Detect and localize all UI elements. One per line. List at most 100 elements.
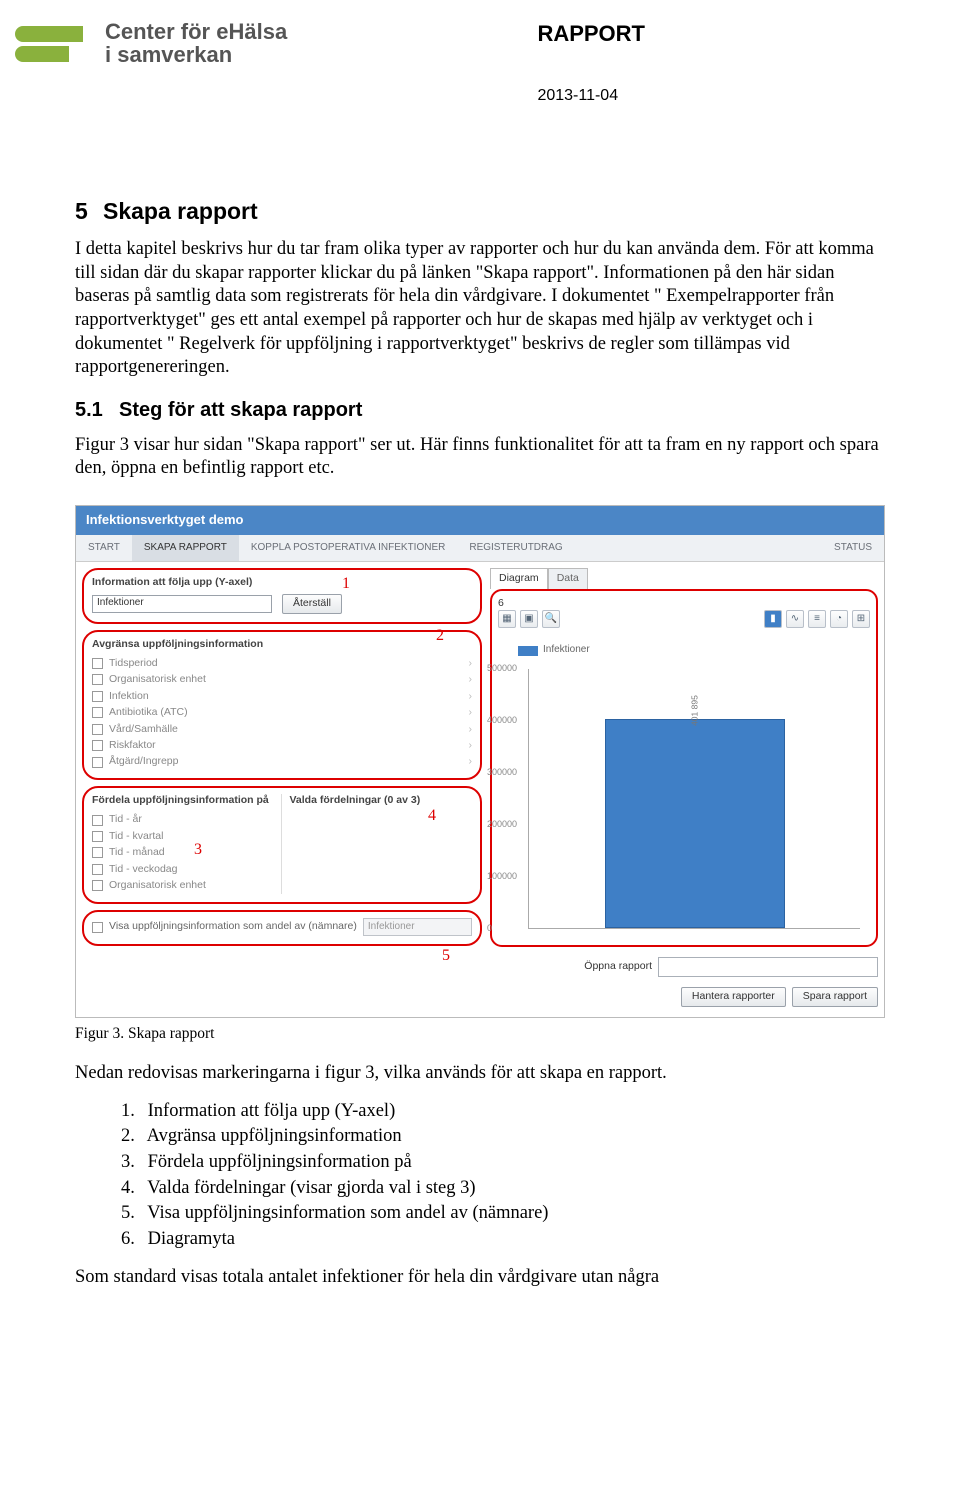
chevron-right-icon: › bbox=[469, 657, 473, 670]
distribute-label: Tid - månad bbox=[109, 846, 165, 859]
filter-label: Infektion bbox=[109, 690, 149, 703]
filter-row[interactable]: Tidsperiod› bbox=[92, 655, 472, 671]
manage-reports-button[interactable]: Hantera rapporter bbox=[681, 987, 786, 1007]
org-line1: Center för eHälsa bbox=[105, 20, 287, 43]
numbered-list: 1. Information att följa upp (Y-axel)2. … bbox=[121, 1100, 885, 1252]
chart-stack-icon[interactable]: ≡ bbox=[808, 610, 826, 628]
org-name: Center för eHälsa i samverkan bbox=[105, 20, 287, 66]
distribute-label: Tid - kvartal bbox=[109, 830, 163, 843]
distribute-label: Organisatorisk enhet bbox=[109, 879, 206, 892]
chevron-right-icon: › bbox=[469, 755, 473, 768]
filter-row[interactable]: Infektion › bbox=[92, 688, 472, 704]
subsection-heading: 5.1Steg för att skapa rapport bbox=[75, 398, 885, 424]
tab-data[interactable]: Data bbox=[548, 568, 588, 588]
checkbox-icon[interactable] bbox=[92, 691, 103, 702]
open-report-input[interactable] bbox=[658, 957, 878, 977]
checkbox-icon[interactable] bbox=[92, 880, 103, 891]
section-title: Skapa rapport bbox=[103, 198, 258, 224]
chart: 0100000200000300000400000500000401 895 bbox=[528, 669, 860, 929]
filter-row[interactable]: Organisatorisk enhet › bbox=[92, 672, 472, 688]
annotation-4: 4 bbox=[428, 806, 436, 826]
list-item: 2. Avgränsa uppföljningsinformation bbox=[121, 1125, 885, 1149]
distribute-row[interactable]: Tid - år bbox=[92, 812, 275, 828]
list-item: 5. Visa uppföljningsinformation som ande… bbox=[121, 1202, 885, 1226]
distribute-row[interactable]: Organisatorisk enhet bbox=[92, 878, 275, 894]
checkbox-icon[interactable] bbox=[92, 707, 103, 718]
panel3-header-right: Valda fördelningar (0 av 3) bbox=[290, 794, 473, 807]
annotation-3: 3 bbox=[194, 840, 202, 860]
filter-label: Vård/Samhälle bbox=[109, 723, 178, 736]
nav-tabs: START SKAPA RAPPORT KOPPLA POSTOPERATIVA… bbox=[76, 535, 884, 563]
y-tick: 400000 bbox=[487, 715, 517, 727]
para-trailing: Som standard visas totala antalet infekt… bbox=[75, 1266, 885, 1290]
chevron-right-icon: › bbox=[469, 723, 473, 736]
distribute-row[interactable]: Tid - veckodag bbox=[92, 861, 275, 877]
checkbox-icon[interactable] bbox=[92, 658, 103, 669]
list-item: 4. Valda fördelningar (visar gjorda val … bbox=[121, 1177, 885, 1201]
diagram-toolbar: ▦ ▣ 🔍 ▮ ∿ ≡ ◔ ⊞ bbox=[498, 610, 870, 628]
org-line2: i samverkan bbox=[105, 43, 287, 66]
filter-label: Organisatorisk enhet bbox=[109, 673, 206, 686]
distribute-row[interactable]: Tid - kvartal bbox=[92, 828, 275, 844]
section-number: 5 bbox=[75, 197, 103, 226]
para-after: Nedan redovisas markeringarna i figur 3,… bbox=[75, 1062, 885, 1086]
export-img-icon[interactable]: ▣ bbox=[520, 610, 538, 628]
chart-bar-icon[interactable]: ▮ bbox=[764, 610, 782, 628]
open-report-label: Öppna rapport bbox=[584, 960, 652, 973]
checkbox-icon[interactable] bbox=[92, 847, 103, 858]
checkbox-icon[interactable] bbox=[92, 724, 103, 735]
export-ppt-icon[interactable]: ▦ bbox=[498, 610, 516, 628]
chevron-right-icon: › bbox=[469, 690, 473, 703]
panel-fordela: Fördela uppföljningsinformation på Tid -… bbox=[82, 786, 482, 904]
chart-pie-icon[interactable]: ◔ bbox=[830, 610, 848, 628]
reset-button[interactable]: Återställ bbox=[282, 594, 342, 614]
chart-bar: 401 895 bbox=[605, 719, 785, 928]
subsection-title: Steg för att skapa rapport bbox=[119, 399, 362, 421]
page-header: Center för eHälsa i samverkan RAPPORT 20… bbox=[15, 20, 885, 107]
tab-status[interactable]: STATUS bbox=[822, 535, 884, 562]
checkbox-icon[interactable] bbox=[92, 831, 103, 842]
yaxis-select[interactable]: Infektioner bbox=[92, 595, 272, 613]
tab-koppla[interactable]: KOPPLA POSTOPERATIVA INFEKTIONER bbox=[239, 535, 458, 562]
zoom-icon[interactable]: 🔍 bbox=[542, 610, 560, 628]
tab-start[interactable]: START bbox=[76, 535, 132, 562]
panel1-header: Information att följa upp (Y-axel) bbox=[92, 576, 472, 589]
save-report-button[interactable]: Spara rapport bbox=[792, 987, 878, 1007]
chevron-right-icon: › bbox=[469, 673, 473, 686]
distribute-row[interactable]: Tid - månad bbox=[92, 845, 275, 861]
app-title: Infektionsverktyget demo bbox=[76, 506, 884, 535]
andel-select[interactable]: Infektioner bbox=[363, 918, 472, 936]
para-intro: I detta kapitel beskrivs hur du tar fram… bbox=[75, 238, 885, 380]
filter-label: Åtgärd/Ingrepp bbox=[109, 755, 178, 768]
panel-andel: Visa uppföljningsinformation som andel a… bbox=[82, 910, 482, 946]
diagram-tabs: Diagram Data bbox=[490, 568, 878, 588]
tab-registerutdrag[interactable]: REGISTERUTDRAG bbox=[457, 535, 574, 562]
y-tick: 100000 bbox=[487, 871, 517, 883]
chart-table-icon[interactable]: ⊞ bbox=[852, 610, 870, 628]
andel-checkbox[interactable] bbox=[92, 922, 103, 933]
doc-type: RAPPORT bbox=[537, 20, 645, 48]
tab-diagram[interactable]: Diagram bbox=[490, 568, 548, 588]
doc-date: 2013-11-04 bbox=[537, 86, 645, 106]
checkbox-icon[interactable] bbox=[92, 674, 103, 685]
chart-line-icon[interactable]: ∿ bbox=[786, 610, 804, 628]
chevron-right-icon: › bbox=[469, 739, 473, 752]
embedded-screenshot: Infektionsverktyget demo START SKAPA RAP… bbox=[75, 505, 885, 1018]
checkbox-icon[interactable] bbox=[92, 864, 103, 875]
filter-row[interactable]: Riskfaktor› bbox=[92, 738, 472, 754]
checkbox-icon[interactable] bbox=[92, 815, 103, 826]
yaxis-value: Infektioner bbox=[97, 597, 144, 610]
checkbox-icon[interactable] bbox=[92, 740, 103, 751]
tab-skapa-rapport[interactable]: SKAPA RAPPORT bbox=[132, 535, 239, 562]
filter-row[interactable]: Åtgärd/Ingrepp › bbox=[92, 754, 472, 770]
list-item: 6. Diagramyta bbox=[121, 1228, 885, 1252]
filter-row[interactable]: Vård/Samhälle › bbox=[92, 721, 472, 737]
distribute-label: Tid - veckodag bbox=[109, 863, 177, 876]
filter-row[interactable]: Antibiotika (ATC)› bbox=[92, 705, 472, 721]
checkbox-icon[interactable] bbox=[92, 757, 103, 768]
subsection-number: 5.1 bbox=[75, 398, 119, 424]
chart-legend: Infektioner bbox=[518, 644, 870, 657]
annotation-2: 2 bbox=[436, 626, 444, 646]
annotation-1: 1 bbox=[342, 574, 350, 594]
bar-value-label: 401 895 bbox=[689, 695, 700, 726]
